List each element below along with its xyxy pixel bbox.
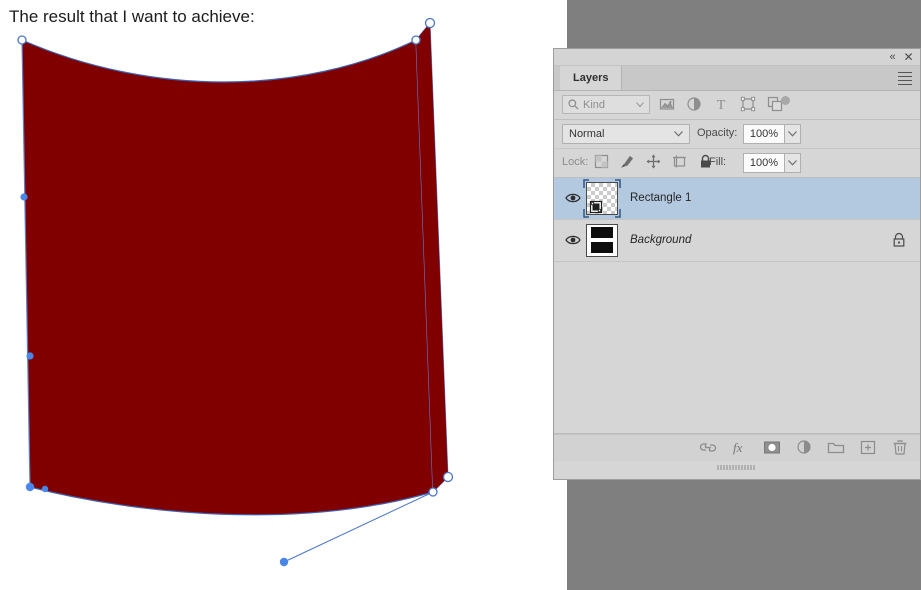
panel-footer-toolbar: fx [554, 434, 920, 470]
shape-layers-filter-icon[interactable] [740, 96, 756, 112]
tab-layers[interactable]: Layers [560, 66, 623, 90]
lock-label: Lock: [562, 156, 589, 168]
chevron-down-icon [674, 131, 683, 137]
table-row[interactable]: Background [554, 220, 920, 262]
anchor-point-top-left[interactable] [17, 35, 27, 45]
fill-input[interactable]: 100% [743, 153, 785, 173]
panel-body: Kind T Normal Opacity: 100% Lock: Fill: … [554, 91, 920, 470]
panel-resize-grip[interactable] [716, 464, 758, 471]
layer-list: Rectangle 1 Background [554, 178, 920, 434]
anchor-point-bottom-right-outer[interactable] [442, 471, 454, 483]
adjustment-layers-filter-icon[interactable] [686, 96, 702, 112]
hamburger-menu-icon[interactable] [898, 72, 912, 85]
svg-text:T: T [717, 98, 726, 113]
anchor-point-top-right-corner[interactable] [424, 17, 436, 29]
lock-row: Lock: Fill: 100% [554, 149, 920, 178]
new-adjustment-layer-icon[interactable] [795, 439, 812, 456]
layer-filter-kind-label: Kind [583, 99, 606, 111]
lock-icons [594, 154, 714, 170]
layer-filter-kind-select[interactable]: Kind [562, 95, 650, 114]
layer-locked-icon [892, 232, 906, 248]
blend-mode-value: Normal [569, 128, 605, 140]
blend-mode-select[interactable]: Normal [562, 124, 690, 144]
new-layer-icon[interactable] [859, 439, 876, 456]
lock-position-icon[interactable] [646, 154, 662, 170]
footer-icons: fx [699, 439, 908, 456]
layers-panel: « ✕ Layers Kind T Normal Opacity: 100% L… [553, 48, 921, 480]
collapse-panel-icon[interactable]: « [885, 51, 898, 64]
anchor-point-left-upper[interactable] [20, 193, 28, 201]
anchor-point-bottom-left[interactable] [25, 482, 35, 492]
panel-tab-strip: Layers [554, 66, 920, 91]
layer-visibility-icon[interactable] [565, 233, 581, 247]
add-layer-mask-icon[interactable] [763, 439, 780, 456]
layer-thumbnail[interactable] [586, 224, 618, 257]
fill-stepper-icon[interactable] [785, 153, 801, 173]
lock-image-pixels-icon[interactable] [620, 154, 636, 170]
bezier-handle-bottom-left[interactable] [41, 485, 49, 493]
shape-fill-path[interactable] [22, 40, 433, 515]
anchor-point-left-lower[interactable] [26, 352, 34, 360]
bezier-handle-endpoint[interactable] [279, 557, 289, 567]
pixel-layers-filter-icon[interactable] [659, 96, 675, 112]
vector-shape-artwork[interactable] [0, 0, 567, 590]
chevron-down-icon [636, 102, 644, 108]
filter-toggle-icon[interactable] [781, 96, 790, 105]
opacity-label: Opacity: [697, 127, 738, 139]
lock-artboard-nesting-icon[interactable] [672, 154, 688, 170]
canvas-area: The result that I want to achieve: [0, 0, 567, 590]
layer-filter-icons: T [659, 96, 783, 113]
opacity-input[interactable]: 100% [743, 124, 785, 144]
lock-transparent-pixels-icon[interactable] [594, 154, 610, 170]
layer-filter-row: Kind T [554, 91, 920, 120]
layer-thumbnail[interactable] [586, 182, 618, 215]
delete-layer-icon[interactable] [891, 439, 908, 456]
close-icon[interactable]: ✕ [902, 51, 915, 64]
layer-name-label: Background [630, 234, 692, 246]
opacity-stepper-icon[interactable] [785, 124, 801, 144]
type-layers-filter-icon[interactable]: T [713, 96, 729, 113]
svg-text:fx: fx [733, 440, 743, 455]
layer-style-fx-icon[interactable]: fx [731, 439, 748, 456]
layer-name-label: Rectangle 1 [630, 192, 692, 204]
panel-titlebar: « ✕ [554, 49, 920, 66]
anchor-point-top-right[interactable] [411, 35, 421, 45]
link-layers-icon[interactable] [699, 439, 717, 456]
search-icon [568, 99, 579, 110]
screenshot-root: The result that I want to achieve: « ✕ L… [0, 0, 921, 590]
new-group-icon[interactable] [827, 439, 845, 456]
background-black-white-thumbnail [587, 225, 617, 256]
layer-visibility-icon[interactable] [565, 191, 581, 205]
anchor-point-bottom-right[interactable] [428, 487, 438, 497]
blend-mode-row: Normal Opacity: 100% [554, 120, 920, 149]
table-row[interactable]: Rectangle 1 [554, 178, 920, 220]
fill-label: Fill: [709, 156, 727, 168]
